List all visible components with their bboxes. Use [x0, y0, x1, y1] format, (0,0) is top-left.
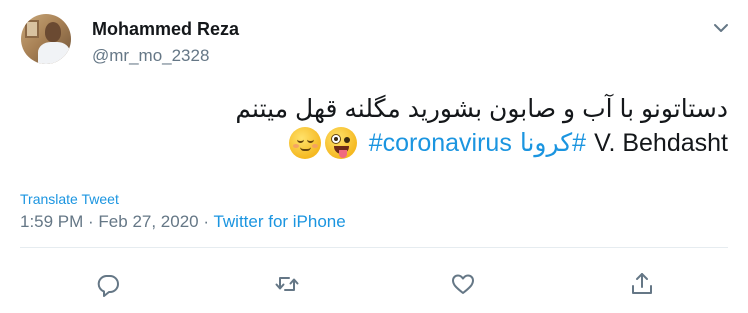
hashtag-coronavirus[interactable]: #coronavirus — [369, 127, 512, 159]
avatar[interactable] — [21, 14, 71, 64]
tweet-meta: 1:59 PM · Feb 27, 2020 · Twitter for iPh… — [20, 212, 346, 232]
avatar-head — [45, 22, 61, 42]
share-icon[interactable] — [629, 271, 655, 297]
meta-separator: · — [83, 212, 99, 231]
tweet-date[interactable]: Feb 27, 2020 — [98, 212, 198, 231]
tweet-actions — [0, 271, 748, 297]
hashtag-corona-persian[interactable]: #کرونا — [520, 127, 586, 159]
retweet-icon[interactable] — [274, 271, 300, 297]
relieved-face-emoji — [288, 127, 321, 159]
zany-face-emoji — [324, 127, 357, 159]
tweet-text-line1: دستاتونو با آب و صابون بشورید مگلنه قهل … — [235, 95, 728, 123]
tweet-source-link[interactable]: Twitter for iPhone — [213, 212, 345, 231]
tweet-time[interactable]: 1:59 PM — [20, 212, 83, 231]
translate-tweet-link[interactable]: Translate Tweet — [20, 191, 119, 207]
meta-separator: · — [198, 212, 214, 231]
tweet-text-prefix: V. Behdasht — [594, 129, 728, 157]
chevron-down-icon[interactable] — [712, 21, 730, 35]
divider — [20, 247, 728, 248]
avatar-body — [38, 42, 70, 64]
tweet-text-line2: #coronavirus #کرونا V. Behdasht — [288, 127, 728, 159]
reply-icon[interactable] — [95, 271, 121, 297]
user-display-name[interactable]: Mohammed Reza — [92, 19, 239, 40]
user-handle[interactable]: @mr_mo_2328 — [92, 46, 209, 66]
like-icon[interactable] — [450, 271, 476, 297]
avatar-background-frame — [25, 20, 39, 38]
